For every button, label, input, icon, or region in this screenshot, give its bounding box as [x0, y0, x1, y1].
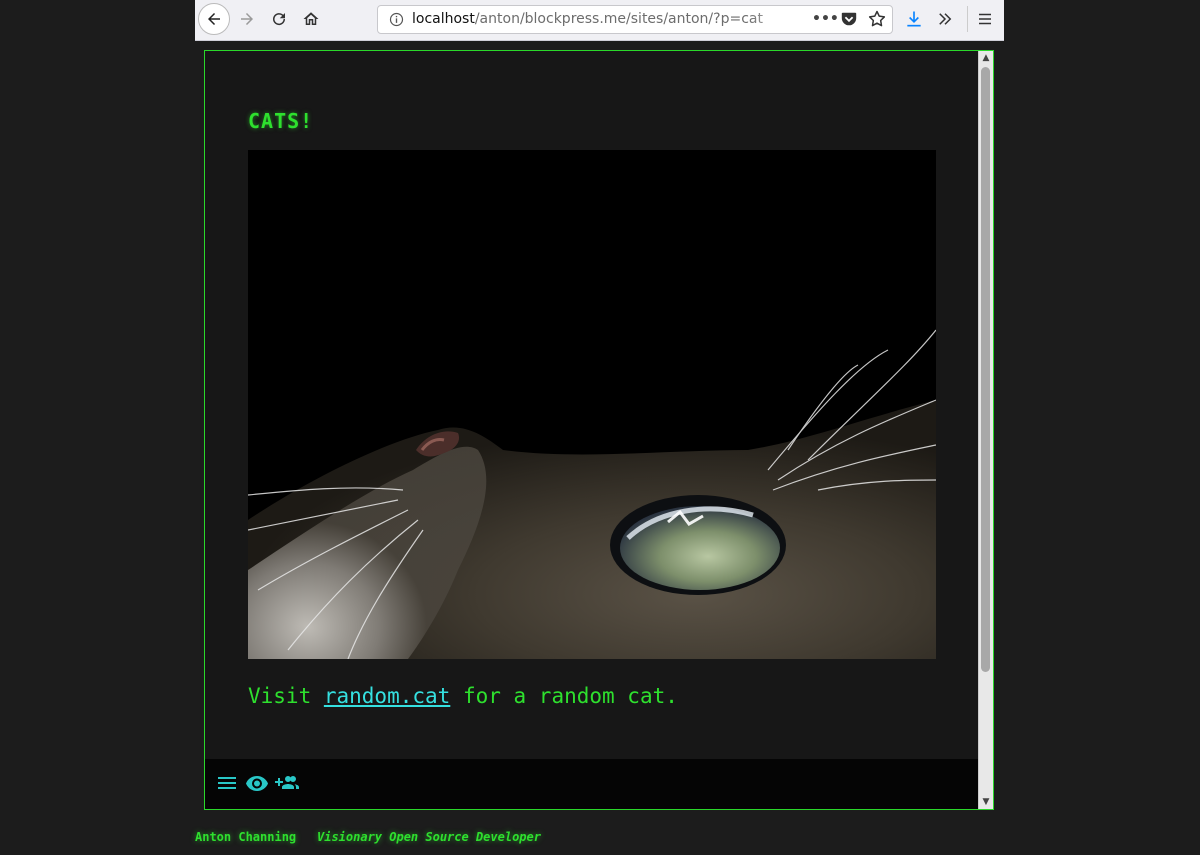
overflow-icon: [939, 13, 952, 25]
menu-icon: [979, 13, 991, 25]
overflow-button[interactable]: [932, 6, 958, 32]
post-text-after: for a random cat.: [450, 684, 678, 708]
menu-icon[interactable]: [215, 771, 239, 795]
browser-toolbar: localhost/anton/blockpress.me/sites/anto…: [195, 0, 1004, 41]
info-icon[interactable]: [387, 6, 405, 33]
app-menu-button[interactable]: [972, 6, 998, 32]
address-bar[interactable]: localhost/anton/blockpress.me/sites/anto…: [377, 5, 893, 34]
page-actions-button[interactable]: •••: [812, 6, 839, 33]
star-icon[interactable]: [867, 9, 887, 29]
post-text-before: Visit: [248, 684, 324, 708]
page-viewport: CATS! Visit random.cat for a random cat.…: [204, 50, 994, 810]
cat-photo: [248, 150, 936, 659]
scroll-up-icon[interactable]: ▲: [979, 51, 993, 65]
eye-icon[interactable]: [245, 771, 269, 795]
scrollbar[interactable]: ▲ ▼: [978, 51, 993, 809]
url-fade: [748, 8, 808, 31]
back-icon: [208, 13, 220, 25]
url-host: localhost: [412, 11, 475, 27]
forward-button[interactable]: [232, 4, 262, 34]
group-add-icon[interactable]: [275, 771, 299, 795]
post-content: CATS! Visit random.cat for a random cat.: [205, 51, 979, 759]
author-tagline: Visionary Open Source Developer: [317, 830, 541, 844]
author-name: Anton Channing: [195, 830, 297, 844]
home-button[interactable]: [296, 4, 326, 34]
scrollbar-thumb[interactable]: [981, 67, 990, 672]
toolbar-separator: [967, 6, 968, 32]
post-text: Visit random.cat for a random cat.: [248, 684, 678, 708]
post-title: CATS!: [248, 109, 314, 133]
home-icon: [303, 12, 319, 25]
url-text[interactable]: localhost/anton/blockpress.me/sites/anto…: [412, 6, 804, 33]
reload-icon: [273, 13, 286, 26]
download-icon: [907, 11, 921, 27]
scroll-down-icon[interactable]: ▼: [979, 795, 993, 809]
bottom-toolbar: [205, 759, 979, 809]
back-button[interactable]: [198, 3, 230, 35]
forward-icon: [241, 13, 253, 25]
pocket-icon[interactable]: [840, 10, 858, 28]
random-cat-link[interactable]: random.cat: [324, 684, 450, 708]
reload-button[interactable]: [264, 4, 294, 34]
url-path: /anton/blockpress.me/sites/anton/?p=cat: [474, 11, 763, 27]
download-button[interactable]: [901, 6, 927, 32]
